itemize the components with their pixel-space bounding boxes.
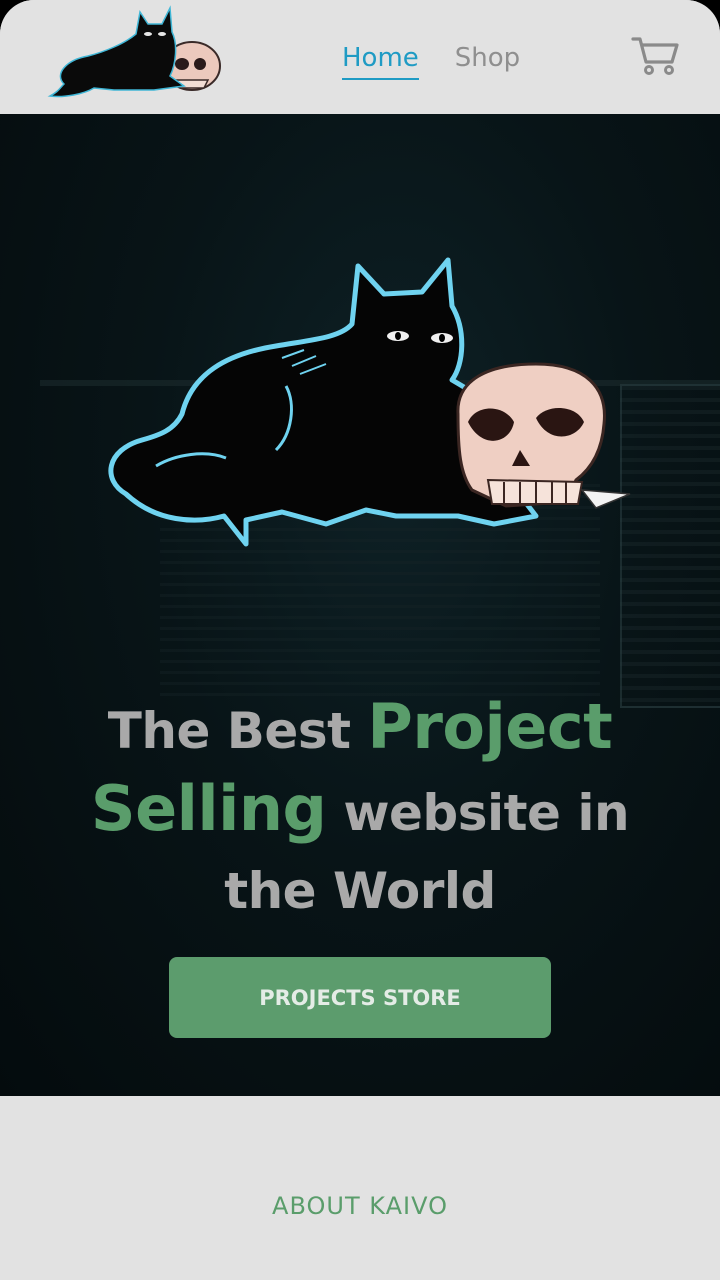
hero-headline: The Best Project Selling website in the … (40, 688, 680, 930)
headline-accent-selling: Selling (90, 772, 327, 845)
app-screen: Home Shop The Best Project Selling websi… (0, 0, 720, 1280)
about-section: ABOUT KAIVO (0, 1096, 720, 1280)
headline-accent-project: Project (367, 690, 613, 763)
cart-icon[interactable] (630, 34, 680, 76)
about-title: ABOUT KAIVO (272, 1192, 448, 1220)
site-header: Home Shop (0, 0, 720, 114)
headline-text-3: the World (224, 862, 496, 920)
main-nav: Home Shop (342, 40, 520, 80)
hero-section: The Best Project Selling website in the … (0, 114, 720, 1096)
cat-skull-logo[interactable] (44, 4, 224, 104)
nav-home-link[interactable]: Home (342, 40, 419, 80)
headline-text-2: website in (326, 784, 630, 842)
nav-shop-link[interactable]: Shop (455, 40, 520, 80)
headline-text-1: The Best (107, 702, 368, 760)
projects-store-button[interactable]: PROJECTS STORE (169, 957, 551, 1038)
cat-with-skull-illustration (108, 257, 631, 547)
